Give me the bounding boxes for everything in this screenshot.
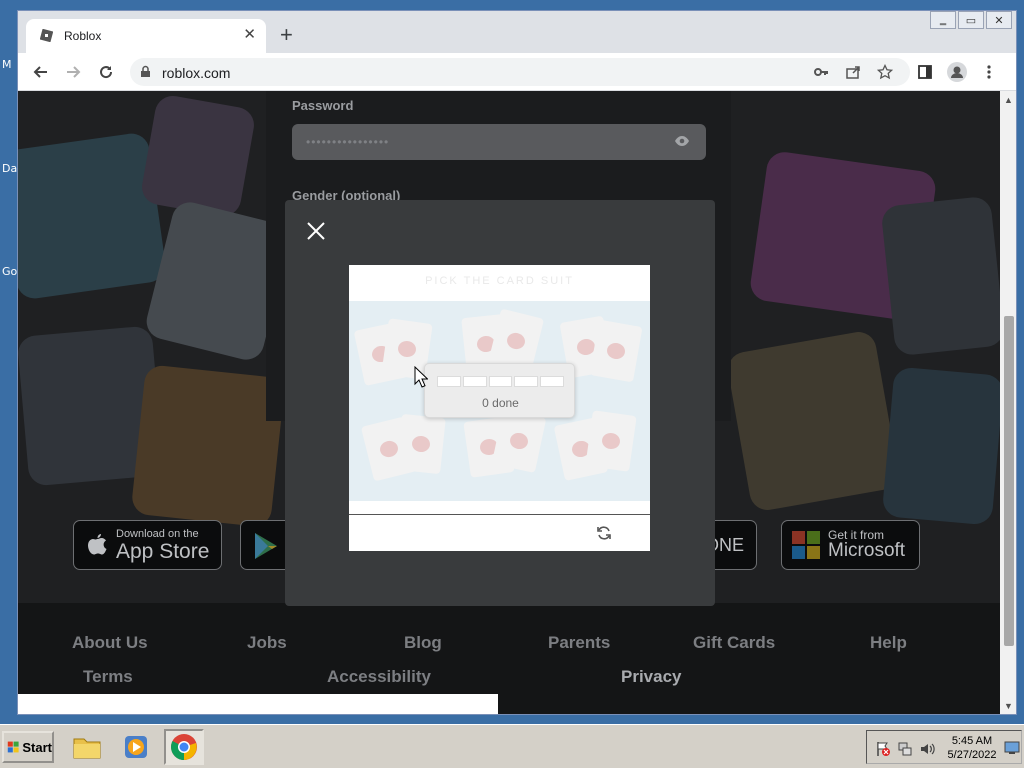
progress-segment [437,376,461,387]
page-viewport: Password •••••••••••••••• Gender (option… [18,91,1000,714]
chrome-taskbar-icon[interactable] [164,729,204,765]
microsoft-big-text: Microsoft [828,540,906,561]
show-desktop-icon[interactable] [1004,741,1020,755]
app-store-big-text: App Store [116,540,210,563]
google-play-icon [255,533,277,559]
game-tile [725,329,901,513]
scroll-down-arrow-icon[interactable]: ▼ [1004,701,1013,711]
app-store-badge[interactable]: Download on the App Store [73,520,222,570]
tab-strip: Roblox ✕ + ‗ ▭ ✕ [18,11,1016,53]
captcha-card [585,410,637,472]
footer-link-privacy[interactable]: Privacy [621,667,682,687]
network-icon[interactable] [897,741,913,757]
progress-segment [488,376,513,387]
tab-roblox[interactable]: Roblox ✕ [26,19,266,53]
refresh-icon[interactable] [596,525,612,541]
footer-link-gift-cards[interactable]: Gift Cards [693,633,775,653]
start-label: Start [22,739,52,755]
footer-link-help[interactable]: Help [870,633,907,653]
mouse-cursor-icon [414,366,428,388]
taskbar-clock[interactable]: 5:45 AM 5/27/2022 [947,734,997,762]
forward-icon[interactable] [62,61,84,83]
close-icon[interactable] [305,220,327,242]
password-label: Password [292,98,354,113]
footer-link-blog[interactable]: Blog [404,633,442,653]
game-tile [880,195,1000,357]
footer-link-about[interactable]: About Us [72,633,148,653]
footer-link-jobs[interactable]: Jobs [247,633,287,653]
clock-date: 5/27/2022 [947,749,997,761]
tab-close-icon[interactable]: ✕ [243,26,256,44]
menu-kebab-icon[interactable] [978,61,1000,83]
page-bottom-strip [18,694,498,714]
taskbar: Start 5:45 AM 5/27/2022 [0,724,1024,768]
restore-button[interactable]: ▭ [958,11,984,29]
minimize-button[interactable]: ‗ [930,11,956,29]
system-tray: 5:45 AM 5/27/2022 [866,730,1022,764]
password-mask: •••••••••••••••• [306,135,390,149]
action-center-flag-icon[interactable] [875,741,891,757]
scrollbar-thumb[interactable] [1004,316,1014,646]
chrome-window: Roblox ✕ + ‗ ▭ ✕ roblox.com Password •••… [17,10,1017,715]
game-tile [18,131,168,301]
microsoft-logo-icon [792,531,820,559]
window-controls: ‗ ▭ ✕ [930,11,1012,29]
profile-avatar-icon[interactable] [946,61,968,83]
desktop-label-1: M [2,58,12,71]
back-icon[interactable] [30,61,52,83]
volume-icon[interactable] [919,741,935,757]
apple-logo-icon [88,534,107,555]
game-tile [881,366,1000,526]
progress-done-text: 0 done [482,396,519,410]
game-tile [139,93,257,219]
share-icon[interactable] [842,61,864,83]
media-player-taskbar-icon[interactable] [116,729,156,765]
roblox-favicon-icon [40,29,53,42]
start-button[interactable]: Start [2,731,54,763]
progress-segment [514,376,539,387]
progress-segment [540,376,564,387]
captcha-instruction: PICK THE CARD SUIT [425,275,574,287]
windows-logo-icon [7,741,19,753]
captcha-progress-popup: 0 done [424,363,575,418]
desktop-label-3: Go [2,265,18,278]
progress-segment [462,376,487,387]
side-panel-icon[interactable] [914,61,936,83]
captcha-modal: PICK THE CARD SUIT 0 done [285,200,715,606]
file-explorer-taskbar-icon[interactable] [67,729,107,765]
captcha-header: PICK THE CARD SUIT [349,265,650,301]
game-tile [130,364,286,528]
microsoft-badge[interactable]: Get it from Microsoft [781,520,920,570]
tab-title: Roblox [64,29,102,43]
footer-link-parents[interactable]: Parents [548,633,610,653]
address-bar[interactable]: roblox.com [130,58,910,86]
xbox-badge[interactable]: ONE [705,520,757,570]
close-window-button[interactable]: ✕ [986,11,1012,29]
captcha-frame: PICK THE CARD SUIT 0 done [349,265,650,551]
captcha-card [589,319,643,383]
progress-bar [437,376,564,387]
app-store-small-text: Download on the [116,528,199,540]
clock-time: 5:45 AM [951,735,993,747]
reload-icon[interactable] [95,61,117,83]
lock-icon [141,65,150,77]
captcha-divider [349,514,650,515]
new-tab-button[interactable]: + [280,24,293,46]
footer-link-terms[interactable]: Terms [83,667,133,687]
captcha-card [396,413,446,475]
password-field[interactable]: •••••••••••••••• [292,124,706,160]
bookmark-star-icon[interactable] [874,61,896,83]
url-text: roblox.com [162,65,231,81]
page-scrollbar[interactable]: ▲ ▼ [1000,91,1016,714]
browser-toolbar: roblox.com [18,53,1016,91]
eye-icon[interactable] [674,135,690,147]
key-icon[interactable] [810,61,832,83]
desktop-label-2: Da [2,162,18,175]
footer-link-accessibility[interactable]: Accessibility [327,667,431,687]
scroll-up-arrow-icon[interactable]: ▲ [1004,95,1013,105]
